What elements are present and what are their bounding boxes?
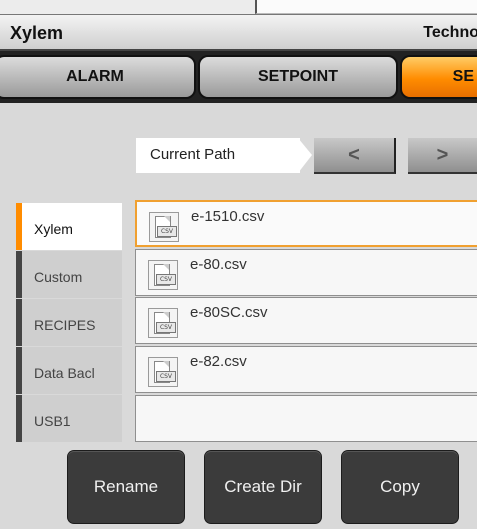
sidebar-item-recipes[interactable]: RECIPES — [16, 299, 122, 346]
file-row-empty[interactable] — [135, 395, 477, 442]
tab-settings[interactable]: SE — [400, 55, 477, 99]
file-row[interactable]: CSV e-82.csv — [135, 346, 477, 393]
sidebar-item-label: USB1 — [34, 413, 71, 429]
sidebar-item-data-backup[interactable]: Data Bacl — [16, 347, 122, 394]
rename-button[interactable]: Rename — [68, 451, 184, 523]
nav-tabs: ALARM SETPOINT SE — [0, 51, 477, 103]
csv-file-icon: CSV — [148, 308, 178, 338]
path-label-arrow — [298, 138, 312, 173]
csv-file-icon: CSV — [148, 260, 178, 290]
top-tab-edge — [255, 0, 477, 14]
sidebar-item-xylem[interactable]: Xylem — [16, 203, 122, 250]
top-strip — [0, 0, 477, 14]
csv-file-icon: CSV — [149, 212, 179, 242]
copy-button[interactable]: Copy — [342, 451, 458, 523]
file-row[interactable]: CSV e-80.csv — [135, 249, 477, 296]
current-path-label: Current Path — [136, 138, 300, 173]
app-title: Xylem — [10, 23, 64, 43]
sidebar-item-label: Custom — [34, 269, 83, 285]
sidebar-item-label: RECIPES — [34, 317, 96, 333]
sidebar-item-usb1[interactable]: USB1 — [16, 395, 122, 442]
sidebar-item-label: Data Bacl — [34, 365, 95, 381]
header-right-text: Techno — [423, 24, 477, 41]
file-row[interactable]: CSV e-80SC.csv — [135, 297, 477, 344]
tab-setpoint[interactable]: SETPOINT — [198, 55, 398, 99]
back-button[interactable]: < — [314, 138, 396, 174]
header-bar: Xylem Techno — [0, 14, 477, 51]
csv-file-icon: CSV — [148, 357, 178, 387]
tab-alarm[interactable]: ALARM — [0, 55, 196, 99]
chevron-left-icon: < — [348, 143, 360, 166]
file-row[interactable]: CSV e-1510.csv — [135, 200, 477, 247]
forward-button[interactable]: > — [408, 138, 477, 174]
file-name: e-80SC.csv — [190, 304, 268, 321]
sidebar-item-custom[interactable]: Custom — [16, 251, 122, 298]
chevron-right-icon: > — [436, 143, 449, 166]
sidebar-item-label: Xylem — [34, 221, 73, 237]
file-name: e-1510.csv — [191, 208, 265, 225]
file-name: e-82.csv — [190, 353, 247, 370]
file-name: e-80.csv — [190, 256, 247, 273]
create-dir-button[interactable]: Create Dir — [205, 451, 321, 523]
